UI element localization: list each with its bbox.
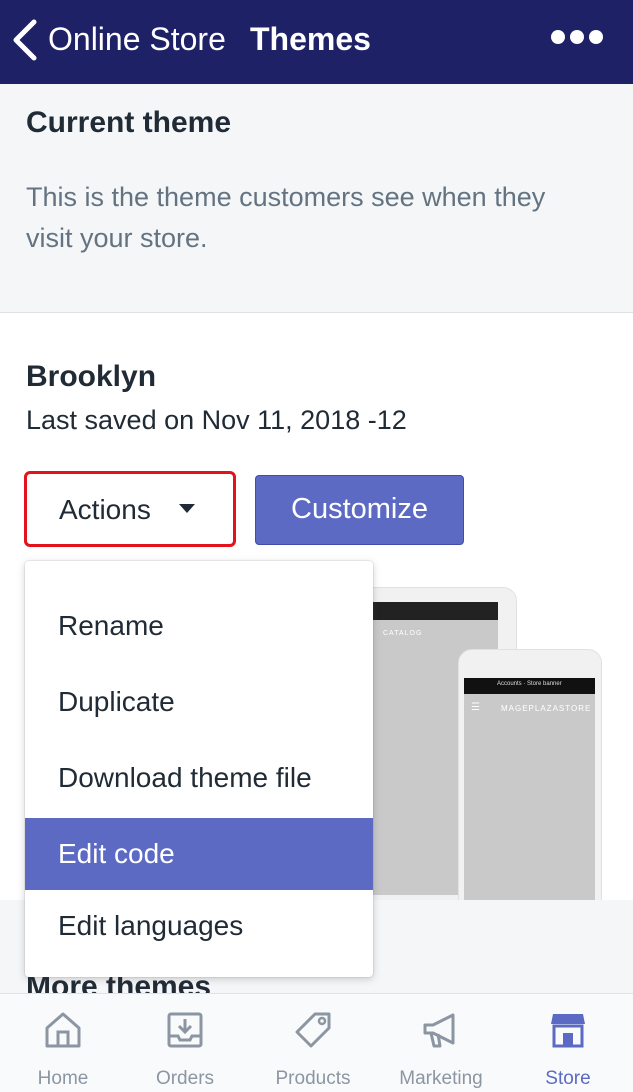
bottom-tab-bar: Home Orders Products Marketing Store [0,993,633,1092]
customize-button[interactable]: Customize [255,475,464,545]
actions-dropdown-menu: Rename Duplicate Download theme file Edi… [25,561,373,977]
tab-store[interactable]: Store [505,994,631,1092]
top-nav-bar: Online Store Themes [0,0,633,84]
menu-item-rename[interactable]: Rename [25,590,373,662]
tablet-header-bar [371,602,498,620]
hamburger-icon: ☰ [471,702,480,713]
tab-products-label: Products [275,1068,351,1089]
caret-down-icon [179,504,195,513]
menu-item-download-theme-file[interactable]: Download theme file [25,742,373,814]
tab-products[interactable]: Products [250,994,376,1092]
more-horizontal-icon[interactable] [550,28,604,46]
page-title: Themes [250,21,371,57]
current-theme-heading: Current theme [26,106,232,139]
theme-name: Brooklyn [26,360,157,393]
theme-last-saved: Last saved on Nov 11, 2018 -12 [26,405,407,435]
tab-home[interactable]: Home [0,994,126,1092]
tab-orders[interactable]: Orders [122,994,248,1092]
customize-button-label: Customize [291,493,428,525]
menu-item-edit-languages[interactable]: Edit languages [25,890,373,962]
tab-store-label: Store [545,1068,591,1089]
current-theme-description: This is the theme customers see when the… [26,182,546,253]
phone-screen [464,694,595,914]
actions-button[interactable]: Actions [24,471,236,547]
phone-preview: Accounts · Store banner ☰ MAGEPLAZASTORE [458,649,602,915]
tag-icon [295,1012,331,1048]
tab-home-label: Home [37,1068,89,1089]
actions-button-label: Actions [59,494,151,525]
back-link-online-store[interactable]: Online Store [48,21,226,58]
tab-marketing[interactable]: Marketing [378,994,504,1092]
tab-orders-label: Orders [155,1068,215,1089]
phone-store-name: MAGEPLAZASTORE [501,704,592,713]
megaphone-icon [423,1013,455,1048]
menu-item-edit-code[interactable]: Edit code [25,818,373,890]
menu-item-duplicate[interactable]: Duplicate [25,666,373,738]
tab-marketing-label: Marketing [399,1068,483,1089]
current-theme-section: Current theme This is the theme customer… [0,84,633,313]
home-icon [45,1012,81,1048]
orders-icon [167,1012,203,1048]
phone-announcement-text: Accounts · Store banner [497,681,562,687]
store-icon [551,1014,585,1048]
tablet-nav-text: CATALOG [383,630,423,637]
chevron-left-icon[interactable] [10,18,40,62]
